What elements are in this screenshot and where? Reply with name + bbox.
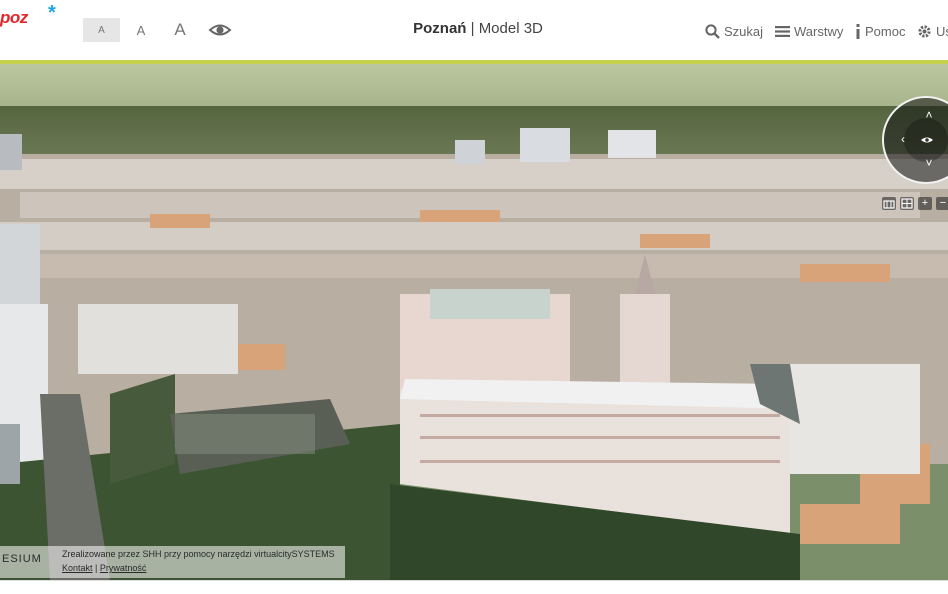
eye-icon[interactable] [208, 19, 232, 41]
layers-label: Warstwy [794, 23, 844, 39]
font-size-large-button[interactable]: A [166, 18, 194, 42]
title-city: Poznań [413, 20, 467, 37]
magnifier-icon [705, 23, 720, 39]
font-size-medium-button[interactable]: A [128, 18, 154, 42]
font-size-small-button[interactable]: A [83, 18, 120, 42]
zoom-in-button[interactable]: + [918, 196, 932, 210]
building-icon[interactable] [882, 196, 896, 210]
map-3d-viewport[interactable]: ˄ ˅ ‹ + − [0, 64, 948, 580]
logo-star: * [48, 2, 56, 24]
info-icon [856, 23, 860, 39]
grid-icon[interactable] [900, 196, 914, 210]
cesium-logo[interactable]: ESIUM [2, 553, 42, 565]
menu-lines-icon [775, 25, 790, 37]
logo-text: poz [0, 8, 28, 27]
tilt-down-arrow[interactable]: ˅ [922, 156, 936, 170]
page-footer [0, 580, 948, 594]
map-toolbar: + − [882, 196, 948, 210]
user-label: Us [936, 23, 948, 39]
header-bar: poz * A A A Poznań | Model 3D Szukaj War… [0, 0, 948, 60]
site-logo[interactable]: poz * [0, 2, 56, 38]
attribution-links: Kontakt | Prywatność [62, 563, 146, 573]
city-scene [0, 64, 948, 580]
search-label: Szukaj [724, 23, 764, 39]
layers-button[interactable]: Warstwy [775, 21, 843, 41]
search-button[interactable]: Szukaj [705, 21, 763, 41]
eye-icon [921, 137, 933, 143]
title-mode: Model 3D [478, 20, 543, 37]
page-title: Poznań | Model 3D [300, 20, 656, 37]
title-separator: | [466, 20, 479, 37]
tilt-up-arrow[interactable]: ˄ [922, 108, 936, 122]
help-label: Pomoc [865, 23, 906, 39]
user-button[interactable]: Us [917, 21, 948, 41]
rotate-left-arrow[interactable]: ‹ [896, 132, 910, 146]
links-separator: | [92, 563, 100, 573]
gear-icon [918, 24, 931, 38]
attribution-panel: ESIUM Zrealizowane przez SHH przy pomocy… [0, 546, 345, 578]
privacy-link[interactable]: Prywatność [100, 563, 147, 573]
contact-link[interactable]: Kontakt [62, 563, 93, 573]
zoom-out-button[interactable]: − [936, 196, 948, 210]
help-button[interactable]: Pomoc [855, 21, 905, 41]
attribution-text: Zrealizowane przez SHH przy pomocy narzę… [62, 549, 335, 559]
